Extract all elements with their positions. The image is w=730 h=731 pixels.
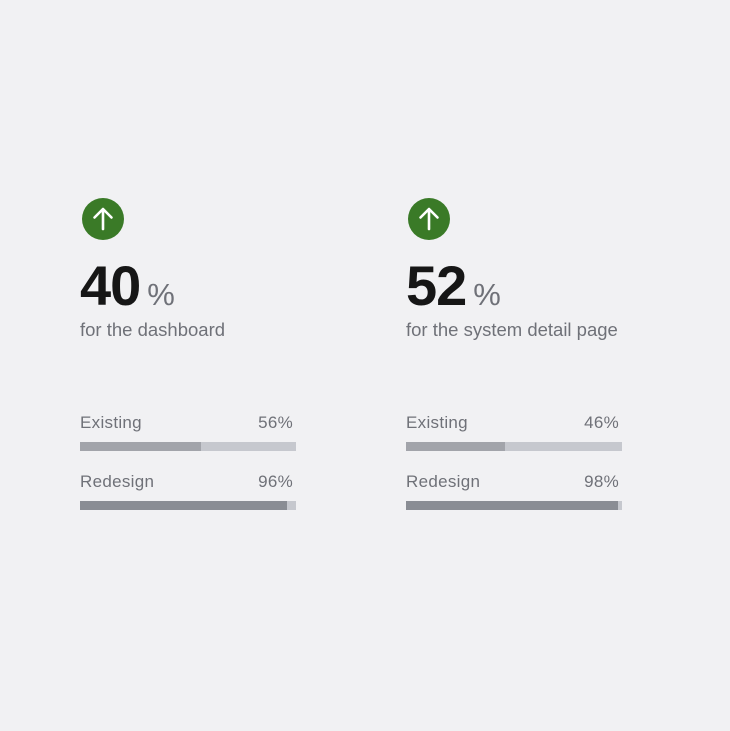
bar-value-label: 46% bbox=[584, 413, 619, 432]
bar-category-label: Redesign bbox=[406, 472, 481, 491]
bar-track bbox=[80, 501, 296, 510]
bar-row-redesign: Redesign 98% bbox=[406, 472, 622, 510]
caption: for the system detail page bbox=[406, 319, 618, 340]
bar-chart: Existing 46% Redesign 98% bbox=[406, 413, 622, 510]
arrow-up-circle-icon bbox=[408, 198, 450, 240]
bar-value-label: 96% bbox=[258, 472, 293, 491]
bar-fill-redesign bbox=[80, 501, 288, 510]
bar-category-label: Redesign bbox=[80, 472, 155, 491]
bar-category-label: Existing bbox=[80, 413, 142, 432]
headline-value: 52 bbox=[406, 254, 467, 317]
bar-fill-existing bbox=[80, 442, 201, 451]
bar-track bbox=[406, 442, 622, 451]
bar-fill-redesign bbox=[406, 501, 618, 510]
headline-value: 40 bbox=[80, 254, 141, 317]
bar-fill-existing bbox=[406, 442, 506, 451]
bar-value-label: 56% bbox=[258, 413, 293, 432]
headline: 40 % bbox=[80, 254, 320, 317]
bar-chart: Existing 56% Redesign 96% bbox=[80, 413, 296, 510]
stat-card-system-detail: 52 % for the system detail page Existing… bbox=[406, 198, 646, 510]
bar-track bbox=[406, 501, 622, 510]
bar-row-redesign: Redesign 96% bbox=[80, 472, 296, 510]
headline-unit: % bbox=[473, 277, 501, 312]
headline-unit: % bbox=[147, 277, 175, 312]
bar-value-label: 98% bbox=[584, 472, 619, 491]
headline: 52 % bbox=[406, 254, 646, 317]
arrow-up-circle-icon bbox=[82, 198, 124, 240]
bar-category-label: Existing bbox=[406, 413, 468, 432]
caption: for the dashboard bbox=[80, 319, 226, 340]
bar-row-existing: Existing 46% bbox=[406, 413, 622, 451]
bar-track bbox=[80, 442, 296, 451]
stat-card-dashboard: 40 % for the dashboard Existing 56% Rede… bbox=[80, 198, 320, 510]
bar-row-existing: Existing 56% bbox=[80, 413, 296, 451]
